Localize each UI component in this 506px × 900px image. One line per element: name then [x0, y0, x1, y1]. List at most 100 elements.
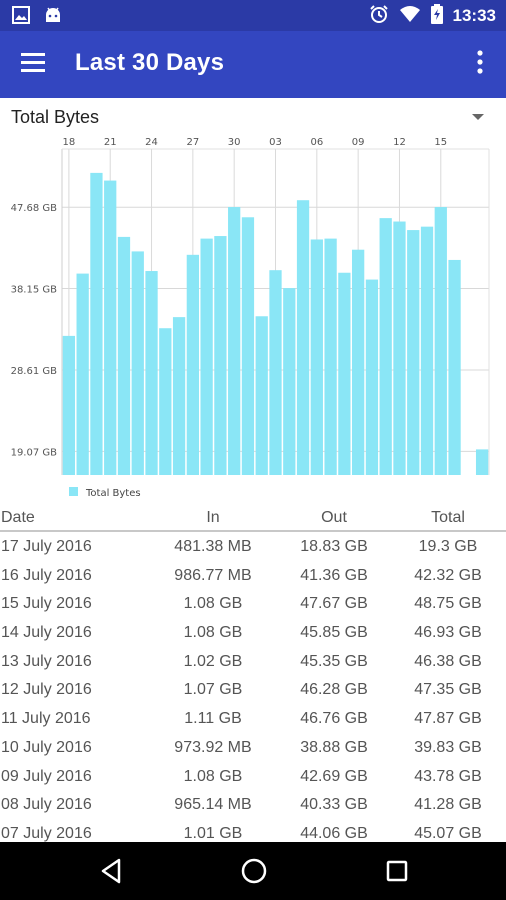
- app-bar: Last 30 Days: [0, 31, 506, 98]
- table-row[interactable]: 08 July 2016 965.14 MB 40.33 GB 41.28 GB: [0, 791, 506, 820]
- x-tick-label: 03: [269, 137, 282, 148]
- chart-bar: [434, 207, 447, 475]
- alarm-icon: [369, 4, 389, 28]
- x-tick-label: 27: [186, 137, 199, 148]
- row-total: 41.28 GB: [414, 796, 482, 814]
- status-time: 13:33: [452, 6, 496, 25]
- table-row[interactable]: 13 July 2016 1.02 GB 45.35 GB 46.38 GB: [0, 648, 506, 677]
- row-total: 42.32 GB: [414, 566, 482, 584]
- home-icon[interactable]: [239, 856, 269, 886]
- y-tick-label: 38.15 GB: [11, 285, 58, 296]
- navigation-bar: [0, 842, 506, 900]
- recents-icon[interactable]: [382, 856, 412, 886]
- table-row[interactable]: 15 July 2016 1.08 GB 47.67 GB 48.75 GB: [0, 590, 506, 619]
- chart-bar: [214, 236, 227, 475]
- chart-bar: [338, 272, 351, 475]
- chart-bar: [310, 239, 323, 475]
- image-icon: [12, 6, 30, 28]
- usage-table[interactable]: 17 July 2016 481.38 MB 18.83 GB 19.3 GB 16 J…: [0, 533, 506, 842]
- chart-bar: [255, 316, 268, 475]
- row-total: 45.07 GB: [414, 824, 482, 842]
- row-total: 46.93 GB: [414, 624, 482, 642]
- row-date: 08 July 2016: [1, 796, 92, 814]
- y-tick-label: 28.61 GB: [11, 366, 58, 377]
- chart-bar: [159, 328, 172, 475]
- header-date: Date: [1, 509, 35, 526]
- row-date: 12 July 2016: [1, 681, 92, 699]
- table-header: Date In Out Total: [0, 505, 506, 532]
- row-total: 47.35 GB: [414, 681, 482, 699]
- row-date: 16 July 2016: [1, 566, 92, 584]
- table-row[interactable]: 14 July 2016 1.08 GB 45.85 GB 46.93 GB: [0, 619, 506, 648]
- chart-bar: [62, 335, 76, 475]
- table-row[interactable]: 17 July 2016 481.38 MB 18.83 GB 19.3 GB: [0, 533, 506, 562]
- android-icon: [44, 6, 62, 28]
- chart-bar: [131, 251, 144, 475]
- chart-bar: [365, 279, 379, 475]
- x-tick-label: 30: [228, 137, 241, 148]
- x-tick-label: 21: [104, 137, 117, 148]
- back-icon[interactable]: [97, 856, 127, 886]
- row-total: 39.83 GB: [414, 738, 482, 756]
- chart-bar: [448, 259, 461, 475]
- metric-dropdown[interactable]: Total Bytes: [0, 98, 506, 132]
- row-total: 43.78 GB: [414, 767, 482, 785]
- x-tick-label: 15: [434, 137, 447, 148]
- chart-bar: [379, 218, 392, 475]
- chart-bar: [186, 254, 199, 475]
- row-date: 13 July 2016: [1, 652, 92, 670]
- row-date: 14 July 2016: [1, 624, 92, 642]
- legend-swatch: [69, 487, 78, 496]
- table-row[interactable]: 07 July 2016 1.01 GB 44.06 GB 45.07 GB: [0, 820, 506, 842]
- hamburger-menu-icon[interactable]: [20, 51, 50, 79]
- x-tick-label: 12: [393, 137, 406, 148]
- y-tick-label: 19.07 GB: [11, 447, 58, 458]
- bar-chart: 19.07 GB 28.61 GB 38.15 GB 47.68 GB 18 21 24 27…: [11, 137, 490, 499]
- row-date: 10 July 2016: [1, 738, 92, 756]
- table-row[interactable]: 12 July 2016 1.07 GB 46.28 GB 47.35 GB: [0, 676, 506, 705]
- wifi-icon: [399, 5, 421, 27]
- chart-bar: [352, 249, 365, 475]
- page-title: Last 30 Days: [75, 49, 225, 76]
- row-date: 07 July 2016: [1, 824, 92, 842]
- chart-bar: [407, 230, 420, 475]
- x-tick-label: 06: [310, 137, 323, 148]
- row-total: 47.87 GB: [414, 710, 482, 728]
- chart-bar: [269, 270, 282, 475]
- chart-bar: [104, 180, 117, 475]
- usage-chart: 19.07 GB 28.61 GB 38.15 GB 47.68 GB 18 21 24 27…: [0, 132, 506, 504]
- row-date: 15 July 2016: [1, 595, 92, 613]
- row-total: 48.75 GB: [414, 595, 482, 613]
- chart-bar: [76, 273, 89, 475]
- chart-bar: [420, 226, 434, 475]
- row-date: 11 July 2016: [1, 710, 91, 728]
- legend-label: Total Bytes: [85, 488, 141, 499]
- overflow-menu-icon[interactable]: [476, 49, 490, 79]
- x-tick-label: 09: [352, 137, 365, 148]
- chart-bar: [241, 217, 255, 475]
- table-row[interactable]: 11 July 2016 1.11 GB 46.76 GB 47.87 GB: [0, 705, 506, 734]
- chart-bar: [475, 449, 489, 475]
- chart-bar: [228, 207, 241, 475]
- chart-bar: [117, 236, 131, 475]
- metric-dropdown-value: Total Bytes: [11, 107, 100, 127]
- table-row[interactable]: 09 July 2016 1.08 GB 42.69 GB 43.78 GB: [0, 763, 506, 792]
- y-tick-label: 47.68 GB: [11, 203, 58, 214]
- chart-bar: [145, 271, 158, 475]
- table-row[interactable]: 16 July 2016 986.77 MB 41.36 GB 42.32 GB: [0, 562, 506, 591]
- chart-bar: [324, 238, 337, 475]
- table-row[interactable]: 10 July 2016 973.92 MB 38.88 GB 39.83 GB: [0, 734, 506, 763]
- row-date: 09 July 2016: [1, 767, 92, 785]
- dropdown-arrow-icon: [472, 114, 484, 120]
- x-tick-label: 24: [145, 137, 158, 148]
- row-total: 46.38 GB: [414, 652, 482, 670]
- battery-charging-icon: [430, 4, 443, 28]
- status-bar: 13:33: [0, 0, 506, 31]
- row-total: 19.3 GB: [418, 538, 478, 555]
- chart-bar: [296, 200, 310, 475]
- row-date: 17 July 2016: [1, 538, 92, 555]
- chart-bar: [393, 221, 406, 475]
- header-total: Total: [431, 509, 465, 526]
- chart-bar: [172, 317, 186, 475]
- x-tick-label: 18: [63, 137, 76, 148]
